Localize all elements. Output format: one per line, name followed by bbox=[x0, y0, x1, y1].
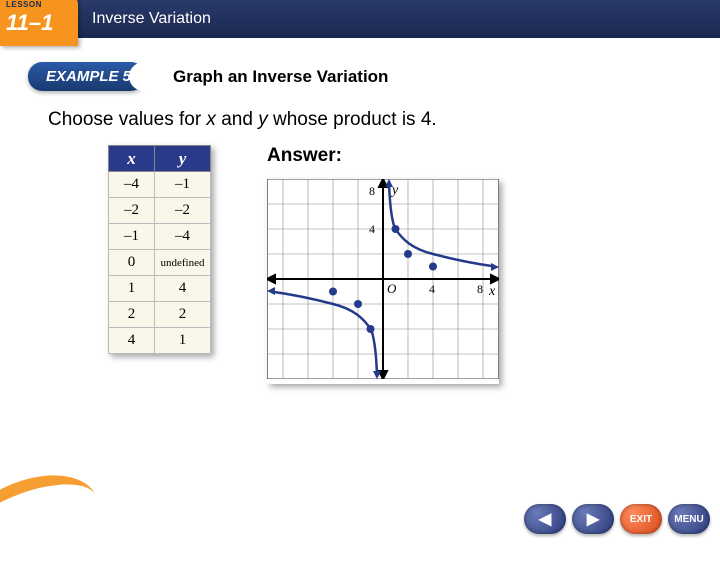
table-row: 41 bbox=[109, 328, 211, 354]
svg-text:4: 4 bbox=[429, 282, 435, 296]
table-row: 14 bbox=[109, 276, 211, 302]
swoosh-decoration bbox=[0, 458, 109, 581]
data-table: x y –4–1 –2–2 –1–4 0undefined 14 22 41 bbox=[108, 145, 211, 354]
next-icon: ▶ bbox=[587, 509, 599, 529]
answer-label: Answer: bbox=[267, 145, 499, 167]
content-area: x y –4–1 –2–2 –1–4 0undefined 14 22 41 A… bbox=[108, 145, 720, 384]
svg-text:4: 4 bbox=[369, 222, 375, 236]
example-badge: EXAMPLE 5 bbox=[28, 62, 145, 91]
prev-button[interactable]: ◀ bbox=[524, 504, 566, 534]
table-row: 22 bbox=[109, 302, 211, 328]
table-row: –4–1 bbox=[109, 172, 211, 198]
answer-column: Answer: bbox=[267, 145, 499, 384]
instruction-post: whose product is 4. bbox=[268, 109, 437, 130]
var-x: x bbox=[206, 109, 216, 130]
lesson-header: LESSON 11–1 Inverse Variation bbox=[0, 0, 720, 38]
menu-button[interactable]: MENU bbox=[668, 504, 710, 534]
footer: ◀ ▶ EXIT MENU bbox=[0, 500, 720, 540]
example-row: EXAMPLE 5 Graph an Inverse Variation bbox=[28, 62, 720, 91]
lesson-label: LESSON bbox=[6, 0, 42, 9]
col-header-y: y bbox=[155, 146, 211, 172]
lesson-number: 11–1 bbox=[6, 10, 53, 36]
var-y: y bbox=[258, 109, 268, 130]
prev-icon: ◀ bbox=[539, 509, 551, 529]
inverse-variation-graph: y x O 4 8 4 8 bbox=[267, 179, 499, 384]
svg-text:8: 8 bbox=[369, 184, 375, 198]
instruction-mid: and bbox=[216, 109, 258, 130]
topic-title: Inverse Variation bbox=[92, 10, 211, 28]
svg-text:8: 8 bbox=[477, 282, 483, 296]
table-row: –2–2 bbox=[109, 198, 211, 224]
exit-button[interactable]: EXIT bbox=[620, 504, 662, 534]
example-title: Graph an Inverse Variation bbox=[173, 67, 388, 87]
instruction-text: Choose values for x and y whose product … bbox=[48, 109, 720, 131]
nav-buttons: ◀ ▶ EXIT MENU bbox=[524, 504, 710, 534]
lesson-tab: LESSON 11–1 bbox=[0, 0, 78, 46]
instruction-pre: Choose values for bbox=[48, 109, 206, 130]
x-axis-label: x bbox=[488, 284, 496, 299]
next-button[interactable]: ▶ bbox=[572, 504, 614, 534]
col-header-x: x bbox=[109, 146, 155, 172]
table-row: –1–4 bbox=[109, 224, 211, 250]
origin-label: O bbox=[387, 281, 397, 296]
table-row: 0undefined bbox=[109, 250, 211, 276]
